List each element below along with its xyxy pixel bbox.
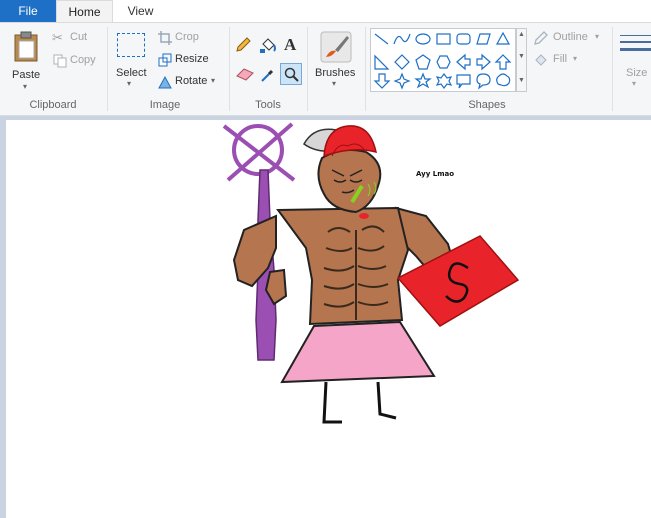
shapes-grid-icons xyxy=(373,31,512,90)
five-point-star-shape-icon xyxy=(414,72,432,89)
crop-label: Crop xyxy=(175,31,199,43)
select-button[interactable]: Select ▾ xyxy=(113,29,151,93)
select-label: Select xyxy=(116,67,147,79)
fill-label: Fill xyxy=(553,53,568,65)
triangle-shape-icon xyxy=(495,31,511,45)
fill-dropdown-icon: ▾ xyxy=(573,54,578,63)
resize-button[interactable]: Resize xyxy=(157,52,213,68)
separator xyxy=(229,27,230,111)
expand-gallery-icon: ▼ xyxy=(518,77,525,84)
right-triangle-shape-icon xyxy=(374,54,390,70)
paste-dropdown-icon: ▾ xyxy=(23,82,28,91)
oval-shape-icon xyxy=(415,33,431,45)
ribbon: Paste ▾ ✂ Cut Copy Clipboard Select ▾ Cr… xyxy=(0,22,651,116)
outline-label: Outline xyxy=(553,31,588,43)
copy-icon xyxy=(53,54,67,68)
separator xyxy=(107,27,108,111)
head xyxy=(317,149,382,214)
line-size-icon xyxy=(620,35,651,51)
crop-button[interactable]: Crop xyxy=(157,30,207,46)
brushes-button[interactable]: Brushes ▾ xyxy=(313,29,359,93)
cut-button[interactable]: ✂ Cut xyxy=(52,30,98,46)
pencil-icon[interactable] xyxy=(235,37,251,53)
shapes-gallery xyxy=(370,28,516,92)
rotate-button[interactable]: Rotate ▾ xyxy=(157,74,221,90)
size-label: Size xyxy=(626,67,648,79)
six-point-star-shape-icon xyxy=(435,73,453,89)
canvas-area: Ayy Lmao xyxy=(0,116,651,518)
brushes-dropdown-icon: ▾ xyxy=(332,79,337,88)
callout-oval-shape-icon xyxy=(476,73,491,90)
separator xyxy=(365,27,366,111)
mouth xyxy=(359,213,369,219)
rectangle-shape-icon xyxy=(436,33,451,45)
rounded-rectangle-shape-icon xyxy=(456,33,471,45)
callout-cloud-shape-icon xyxy=(496,73,511,87)
clipboard-group-label: Clipboard xyxy=(29,99,77,111)
right-arrow-shape-icon xyxy=(456,53,471,71)
pentagon-shape-icon xyxy=(415,54,431,70)
size-button[interactable]: Size ▾ xyxy=(618,29,651,93)
left-arrow-shape-icon xyxy=(476,53,491,71)
tools-group-label: Tools xyxy=(255,99,281,111)
ribbon-tabs: File Home View xyxy=(0,0,651,22)
diamond-shape-icon xyxy=(394,54,410,70)
rotate-icon xyxy=(158,75,172,89)
four-point-star-shape-icon xyxy=(393,72,411,90)
select-dropdown-icon: ▾ xyxy=(127,79,132,88)
staff-head-icon xyxy=(222,122,296,182)
line-shape-icon xyxy=(374,33,389,45)
drawing-canvas[interactable]: Ayy Lmao xyxy=(6,120,651,518)
fill-button[interactable]: Fill ▾ xyxy=(533,52,589,68)
resize-label: Resize xyxy=(175,53,209,65)
skirt xyxy=(280,320,436,384)
shapes-gallery-scroll[interactable]: ▲ ▼ ▼ xyxy=(516,28,527,92)
paste-label: Paste xyxy=(12,69,41,81)
chevron-up-icon: ▲ xyxy=(518,31,525,38)
eraser-icon[interactable] xyxy=(236,67,254,81)
fill-icon xyxy=(535,54,547,66)
cut-label: Cut xyxy=(70,31,88,43)
size-dropdown-icon: ▾ xyxy=(632,79,637,88)
separator xyxy=(612,27,613,111)
canvas-annotation: Ayy Lmao xyxy=(416,170,455,178)
outline-brush-icon xyxy=(534,31,548,45)
tab-file[interactable]: File xyxy=(0,0,56,22)
up-arrow-shape-icon xyxy=(494,54,512,70)
down-arrow-shape-icon xyxy=(373,73,391,89)
outline-dropdown-icon: ▾ xyxy=(595,32,600,41)
shapes-group-label: Shapes xyxy=(468,99,506,111)
resize-icon xyxy=(158,53,172,67)
crop-icon xyxy=(158,31,172,45)
magnifier-button[interactable] xyxy=(280,63,302,85)
magnifier-icon xyxy=(284,67,299,82)
copy-label: Copy xyxy=(70,54,96,66)
paste-button[interactable]: Paste ▾ xyxy=(6,27,46,93)
chevron-down-icon: ▼ xyxy=(518,53,525,60)
clipboard-icon xyxy=(14,31,38,62)
outline-button[interactable]: Outline ▾ xyxy=(533,30,607,46)
text-tool-icon[interactable]: A xyxy=(284,35,296,55)
brush-icon xyxy=(320,31,352,63)
rotate-label: Rotate xyxy=(175,75,208,87)
tab-home[interactable]: Home xyxy=(56,0,113,22)
copy-button[interactable]: Copy xyxy=(52,53,102,69)
separator xyxy=(307,27,308,111)
select-rectangle-icon xyxy=(117,33,145,57)
brushes-label: Brushes xyxy=(315,67,356,79)
callout-rectangle-shape-icon xyxy=(456,74,471,89)
fill-bucket-icon[interactable] xyxy=(259,36,277,54)
drawing xyxy=(222,122,520,424)
rotate-dropdown-icon: ▾ xyxy=(211,76,216,85)
curve-shape-icon xyxy=(393,33,411,45)
hexagon-shape-icon xyxy=(436,55,451,69)
image-group-label: Image xyxy=(149,99,181,111)
scissors-icon: ✂ xyxy=(52,30,63,45)
legs xyxy=(322,381,397,424)
color-picker-icon[interactable] xyxy=(260,65,276,83)
tab-view[interactable]: View xyxy=(113,0,168,22)
polygon-shape-icon xyxy=(476,33,491,45)
